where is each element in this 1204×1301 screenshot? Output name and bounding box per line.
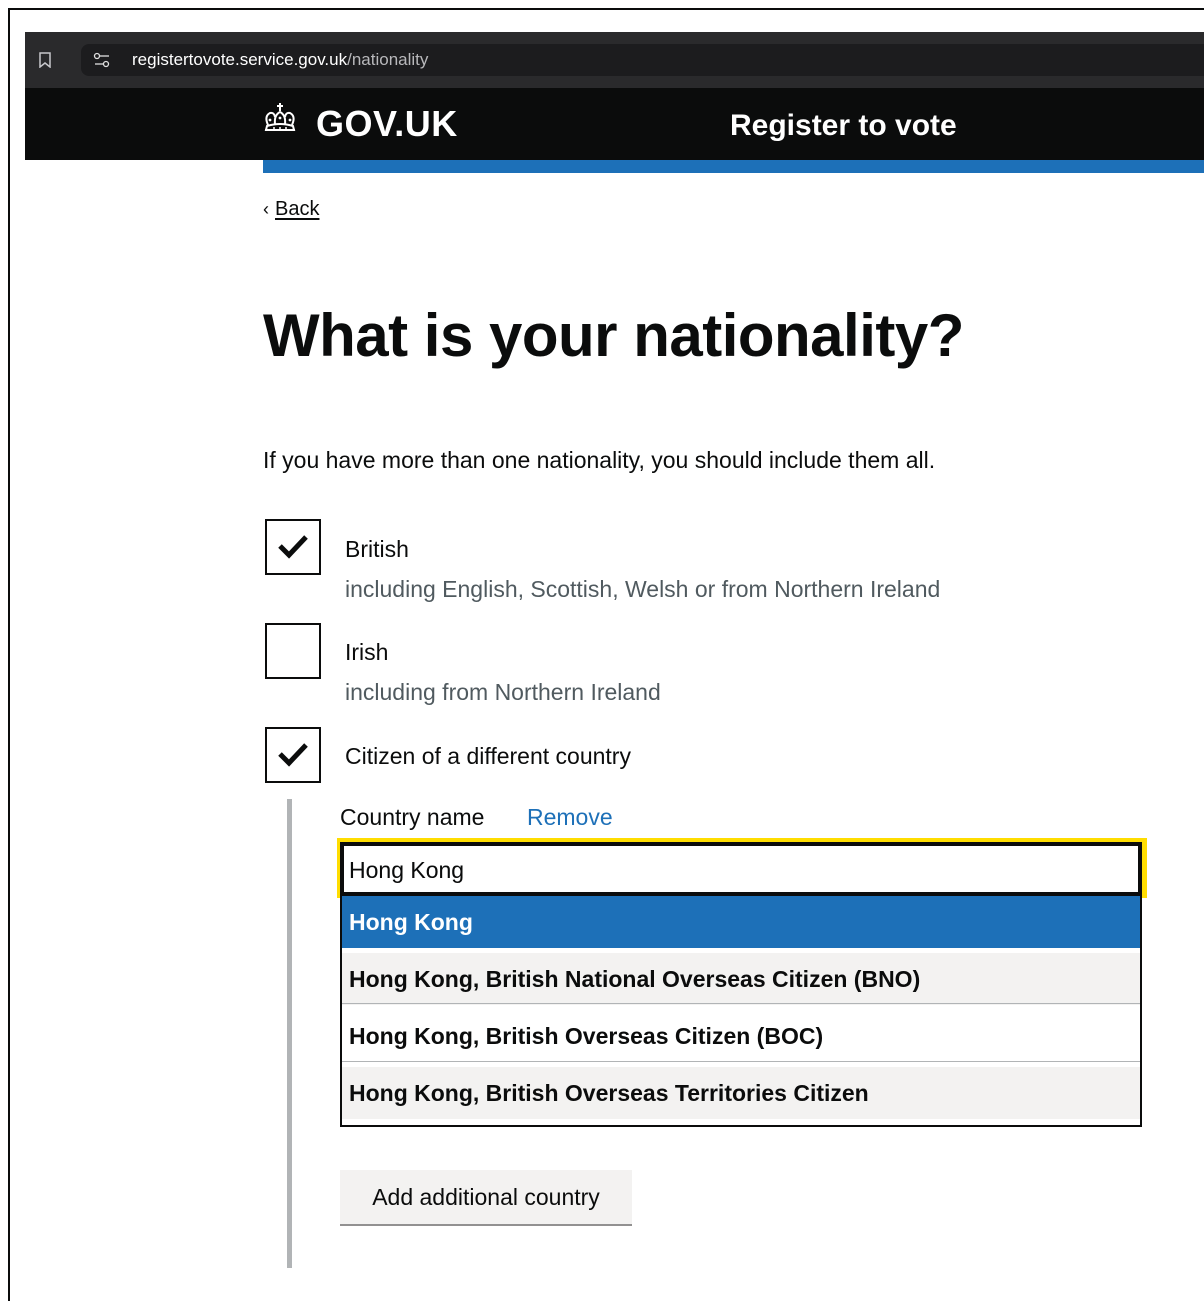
checkbox-label-irish[interactable]: Irish [345,638,388,666]
autocomplete-option[interactable]: Hong Kong, British National Overseas Cit… [342,953,1140,1005]
country-name-label: Country name [340,804,485,830]
bookmark-icon[interactable] [39,52,51,68]
autocomplete-option-divider [342,1061,1140,1062]
autocomplete-option-divider [342,1003,1140,1004]
address-bar[interactable]: registertovote.service.gov.uk/nationalit… [81,44,1204,76]
back-link-label: Back [275,198,320,220]
crown-icon [264,103,296,131]
checkmark-icon [278,535,308,559]
checkbox-other-country[interactable] [265,727,321,783]
checkbox-british[interactable] [265,519,321,575]
autocomplete-option[interactable]: Hong Kong, British Overseas Territories … [342,1067,1140,1119]
govuk-logo-text[interactable]: GOV.UK [316,104,458,144]
autocomplete-menu: Hong Kong Hong Kong, British National Ov… [340,896,1142,1127]
checkbox-label-other-country[interactable]: Citizen of a different country [345,742,631,770]
checkbox-label-british[interactable]: British [345,535,409,563]
service-name[interactable]: Register to vote [730,108,957,144]
site-settings-icon[interactable] [93,52,111,68]
autocomplete-option-active[interactable]: Hong Kong [342,896,1140,948]
chevron-left-icon: ‹ [263,199,269,219]
country-name-input[interactable] [340,842,1142,896]
url-text: registertovote.service.gov.uk/nationalit… [132,50,428,70]
conditional-reveal-border [287,799,292,1268]
browser-toolbar: registertovote.service.gov.uk/nationalit… [25,32,1204,88]
back-link[interactable]: ‹ Back [263,196,319,222]
remove-country-link[interactable]: Remove [527,803,613,831]
page-hint: If you have more than one nationality, y… [263,447,936,473]
url-host: registertovote.service.gov.uk [132,50,348,69]
add-additional-country-button[interactable]: Add additional country [340,1170,632,1226]
autocomplete-option[interactable]: Hong Kong, British Overseas Citizen (BOC… [342,1010,1140,1062]
header-blue-stripe [263,160,1204,173]
checkmark-icon [278,743,308,767]
page-title: What is your nationality? [263,302,964,369]
checkbox-irish[interactable] [265,623,321,679]
checkbox-hint-british: including English, Scottish, Welsh or fr… [345,576,941,602]
checkbox-hint-irish: including from Northern Ireland [345,679,661,705]
govuk-header: GOV.UK Register to vote [25,88,1204,160]
url-path: /nationality [347,50,429,69]
